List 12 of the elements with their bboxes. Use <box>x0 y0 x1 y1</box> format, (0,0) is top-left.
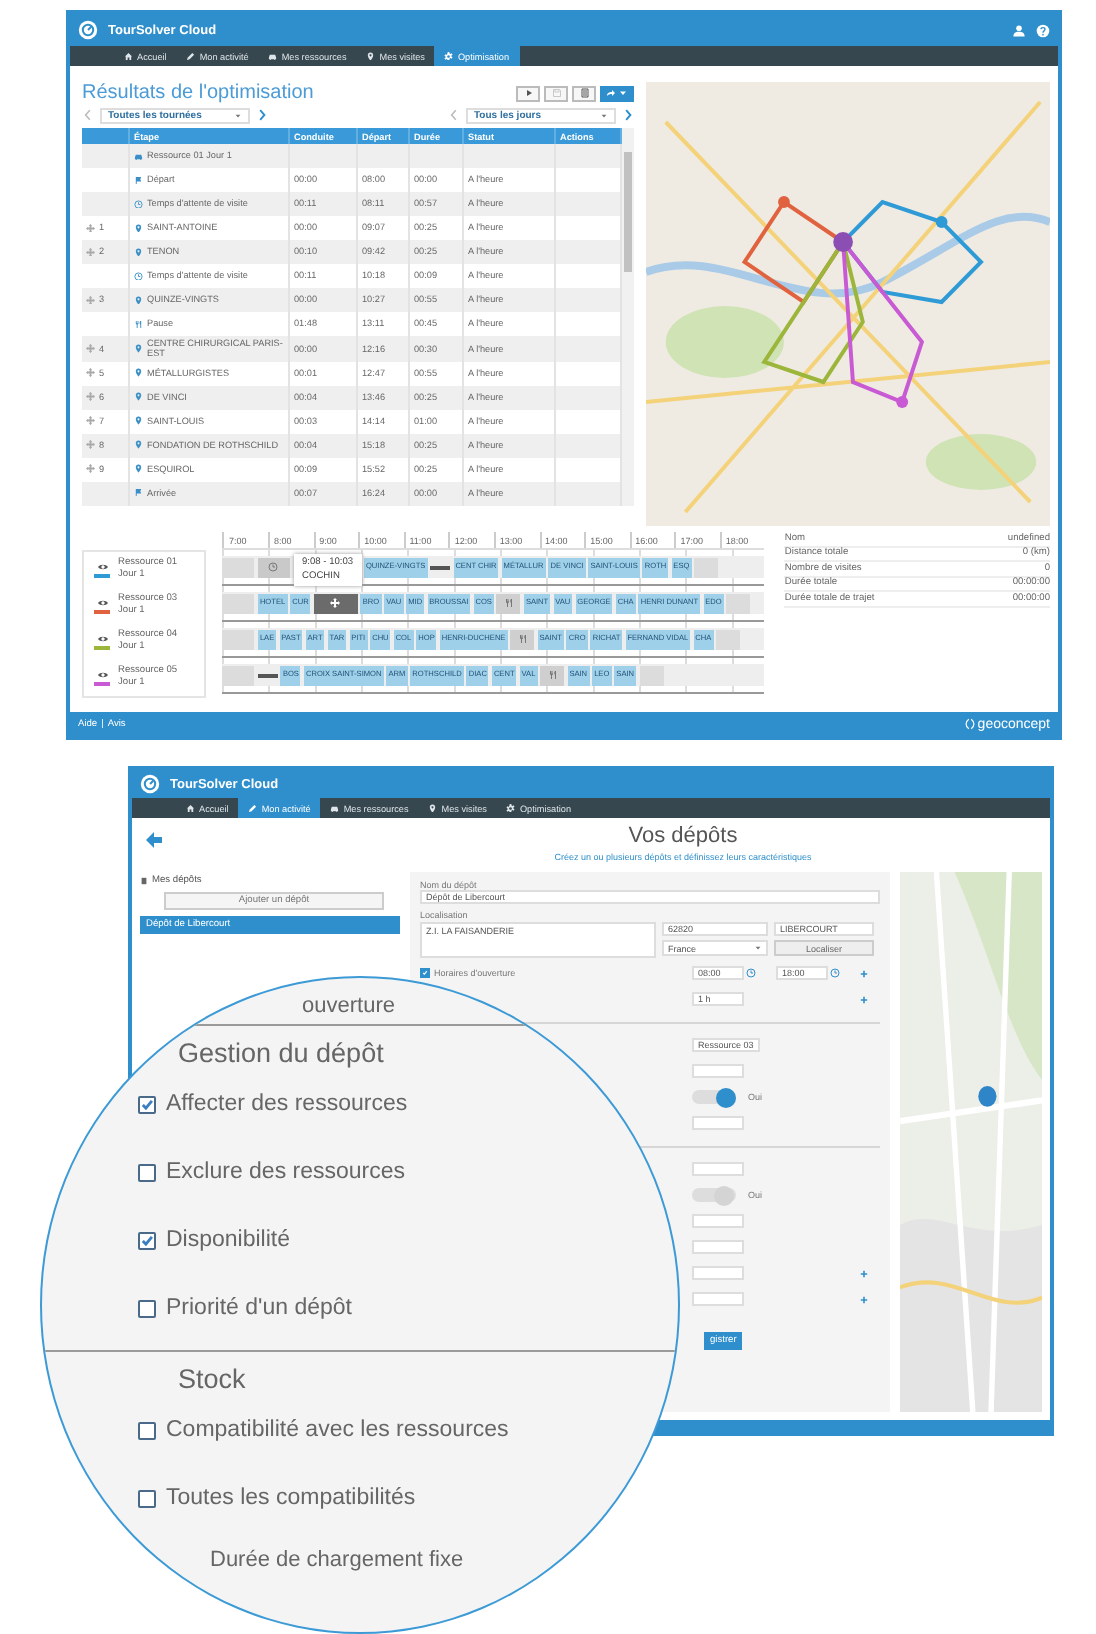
checkbox-label: Exclure des ressources <box>166 1160 406 1184</box>
section-label: ouverture <box>302 994 395 1018</box>
checkbox-label: Toutes les compatibilités <box>166 1486 416 1510</box>
section-label: Durée de chargement fixe <box>210 1548 464 1572</box>
checkbox-label: Affecter des ressources <box>166 1092 408 1116</box>
checkbox-label: Priorité d'un dépôt <box>166 1296 352 1320</box>
page-title: Résultats de l'optimisation <box>82 82 314 104</box>
checkbox-label: Compatibilité avec les ressources <box>166 1418 509 1442</box>
section-heading: Stock <box>42 1350 678 1396</box>
page-title: Vos dépôts <box>628 824 738 848</box>
checkbox-label: Disponibilité <box>166 1228 291 1252</box>
section-heading: Gestion du dépôt <box>42 1024 678 1070</box>
